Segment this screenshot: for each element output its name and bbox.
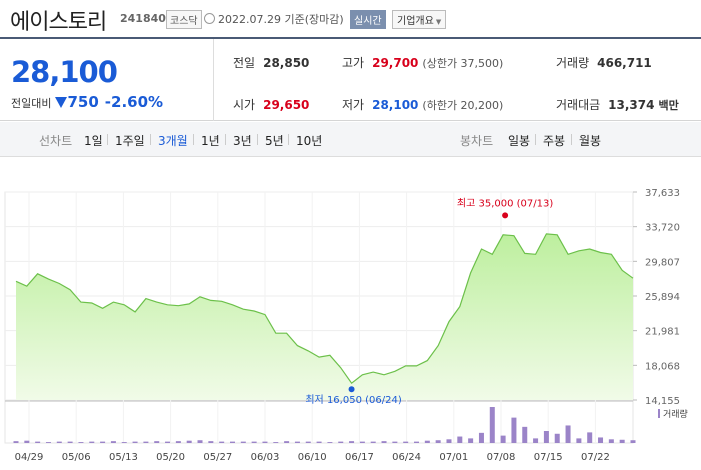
volume-bar — [197, 440, 203, 443]
volume-bar — [370, 441, 376, 443]
volume-bar — [186, 440, 192, 443]
volume-bar — [468, 438, 474, 443]
volume-bar — [45, 442, 51, 443]
volume-bar — [630, 440, 636, 443]
x-tick-label: 06/03 — [251, 452, 280, 463]
x-tick-label: 07/22 — [581, 452, 610, 463]
volume-bar — [240, 441, 246, 443]
volume-bar — [543, 431, 549, 443]
volume-bar — [349, 441, 355, 443]
volume-bar — [35, 441, 41, 443]
volume-bar — [414, 441, 420, 443]
volume-bar — [392, 441, 398, 443]
volume-bar — [533, 438, 539, 443]
x-tick-label: 05/13 — [109, 452, 138, 463]
price-area — [16, 233, 633, 400]
volume-bar — [489, 407, 495, 443]
volume-bar — [13, 441, 19, 443]
volume-bar — [100, 441, 106, 443]
volume-bar — [305, 441, 311, 443]
x-tick-label: 07/01 — [439, 452, 468, 463]
x-tick-label: 06/24 — [392, 452, 421, 463]
volume-bar — [381, 441, 387, 443]
volume-bar — [67, 441, 73, 443]
volume-bar — [56, 441, 62, 443]
volume-bar — [608, 439, 614, 443]
volume-bar — [132, 441, 138, 443]
volume-bar — [457, 436, 463, 443]
volume-bar — [327, 442, 333, 443]
volume-bar — [208, 441, 214, 443]
volume-bar — [251, 441, 257, 443]
volume-bar — [78, 442, 84, 443]
volume-bar — [175, 441, 181, 443]
y-tick-label: 21,981 — [645, 327, 680, 338]
x-tick-label: 06/17 — [345, 452, 374, 463]
min-annotation: 최저 16,050 (06/24) — [305, 394, 401, 406]
volume-bar — [338, 441, 344, 443]
max-annotation: 최고 35,000 (07/13) — [457, 197, 553, 209]
y-tick-label: 25,894 — [645, 292, 680, 303]
x-tick-label: 07/15 — [534, 452, 563, 463]
volume-bar — [511, 417, 517, 443]
y-tick-label: 29,807 — [645, 257, 680, 268]
volume-bar — [619, 439, 625, 443]
volume-bar — [403, 441, 409, 443]
volume-legend-label: 거래량 — [663, 408, 688, 420]
volume-bar — [500, 435, 506, 443]
x-tick-label: 05/20 — [156, 452, 185, 463]
volume-bar — [316, 441, 322, 443]
y-tick-label: 14,155 — [645, 396, 680, 407]
volume-bar — [478, 432, 484, 443]
volume-bar — [587, 432, 593, 443]
min-point — [348, 386, 355, 393]
volume-bar — [165, 441, 171, 443]
volume-bar — [143, 441, 149, 443]
x-tick-label: 05/27 — [203, 452, 232, 463]
x-tick-label: 05/06 — [62, 452, 91, 463]
volume-bar — [598, 437, 604, 443]
volume-bar — [576, 438, 582, 443]
volume-bar — [219, 441, 225, 443]
y-tick-label: 33,720 — [645, 223, 680, 234]
volume-bar — [154, 441, 160, 443]
volume-bar — [273, 442, 279, 443]
volume-legend-swatch — [658, 409, 660, 418]
volume-bar — [121, 442, 127, 443]
volume-bar — [435, 440, 441, 443]
y-tick-label: 18,068 — [645, 361, 680, 372]
x-tick-label: 07/08 — [487, 452, 516, 463]
x-tick-label: 04/29 — [15, 452, 44, 463]
volume-bar — [110, 441, 116, 443]
volume-bar — [284, 441, 290, 443]
y-tick-label: 37,633 — [645, 188, 680, 199]
price-chart: 37,633 33,720 29,807 25,894 21,981 18,068 14,1… — [4, 188, 688, 463]
max-point — [502, 212, 509, 219]
x-tick-label: 06/10 — [298, 452, 327, 463]
volume-bar — [229, 441, 235, 443]
volume-bar — [262, 441, 268, 443]
volume-bar — [294, 441, 300, 443]
volume-bar — [89, 441, 95, 443]
volume-bar — [565, 425, 571, 443]
volume-bar — [424, 440, 430, 443]
volume-bar — [24, 440, 30, 443]
volume-bar — [522, 426, 528, 443]
volume-bar — [359, 441, 365, 443]
volume-bar — [446, 439, 452, 443]
volume-bar — [554, 433, 560, 443]
